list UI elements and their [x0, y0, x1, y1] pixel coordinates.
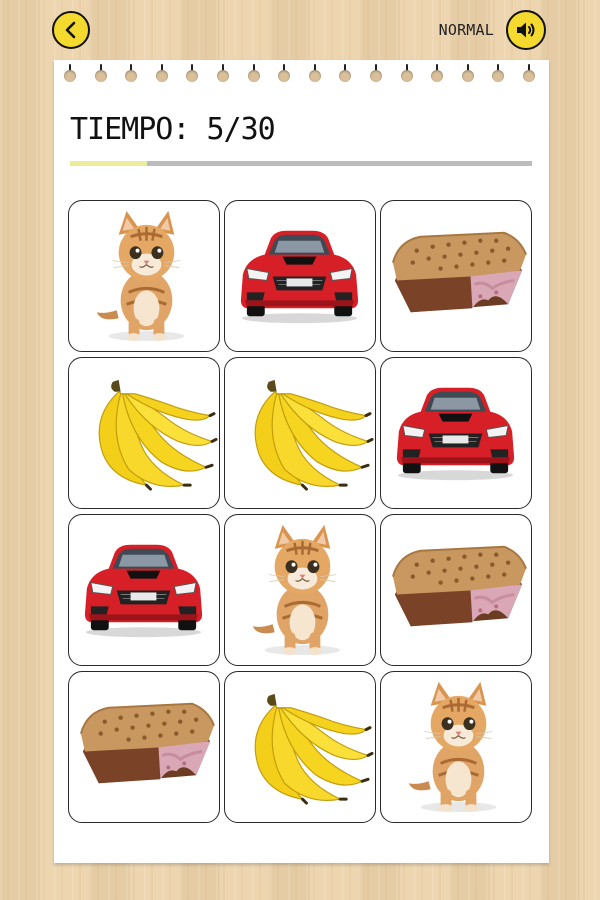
memory-card-red-car[interactable] [68, 514, 220, 666]
red-car-icon [84, 544, 203, 638]
binding-ring [370, 64, 382, 82]
sound-toggle-button[interactable] [506, 10, 546, 50]
kitten-icon [408, 681, 497, 813]
memory-card-kitten[interactable] [68, 200, 220, 352]
ice-cream-sandwich-icon [391, 545, 527, 627]
red-car-icon [240, 230, 359, 324]
memory-card-ice-cream-sandwich[interactable] [380, 200, 532, 352]
card-grid [68, 200, 534, 824]
binding-ring [217, 64, 229, 82]
binding-ring [94, 64, 107, 82]
top-bar: NORMAL [0, 0, 600, 60]
memory-card-banana[interactable] [224, 671, 376, 823]
binding-ring [400, 64, 413, 82]
speaker-icon [517, 22, 535, 38]
memory-card-banana[interactable] [68, 357, 220, 509]
binding-ring [278, 64, 291, 82]
binding-ring [155, 64, 168, 82]
memory-card-kitten[interactable] [380, 671, 532, 823]
banana-icon [98, 379, 218, 491]
red-car-icon [396, 387, 515, 481]
memory-card-kitten[interactable] [224, 514, 376, 666]
ice-cream-sandwich-icon [391, 231, 527, 313]
time-progress-bar [70, 161, 532, 166]
time-progress-fill [70, 161, 147, 166]
binding-ring [492, 64, 505, 82]
binding-ring [125, 64, 138, 82]
notebook-paper: TIEMPO: 5/30 [54, 60, 549, 863]
timer-text: TIEMPO: 5/30 [70, 112, 276, 147]
kitten-icon [252, 524, 341, 656]
difficulty-label: NORMAL [438, 21, 494, 39]
binding-ring [339, 64, 352, 82]
binding-ring [64, 64, 76, 82]
memory-card-red-car[interactable] [380, 357, 532, 509]
ice-cream-sandwich-icon [79, 702, 215, 784]
chevron-left-icon [65, 21, 76, 39]
memory-card-red-car[interactable] [224, 200, 376, 352]
memory-card-ice-cream-sandwich[interactable] [68, 671, 220, 823]
binding-ring [431, 64, 444, 82]
memory-card-ice-cream-sandwich[interactable] [380, 514, 532, 666]
binding-ring [247, 64, 260, 82]
banana-icon [254, 693, 374, 805]
binding-ring [186, 64, 199, 82]
back-button[interactable] [52, 11, 90, 49]
binding-ring [523, 64, 535, 82]
spiral-binding [54, 60, 549, 84]
binding-ring [461, 64, 474, 82]
memory-card-banana[interactable] [224, 357, 376, 509]
kitten-icon [96, 210, 185, 342]
binding-ring [308, 64, 321, 82]
banana-icon [254, 379, 374, 491]
